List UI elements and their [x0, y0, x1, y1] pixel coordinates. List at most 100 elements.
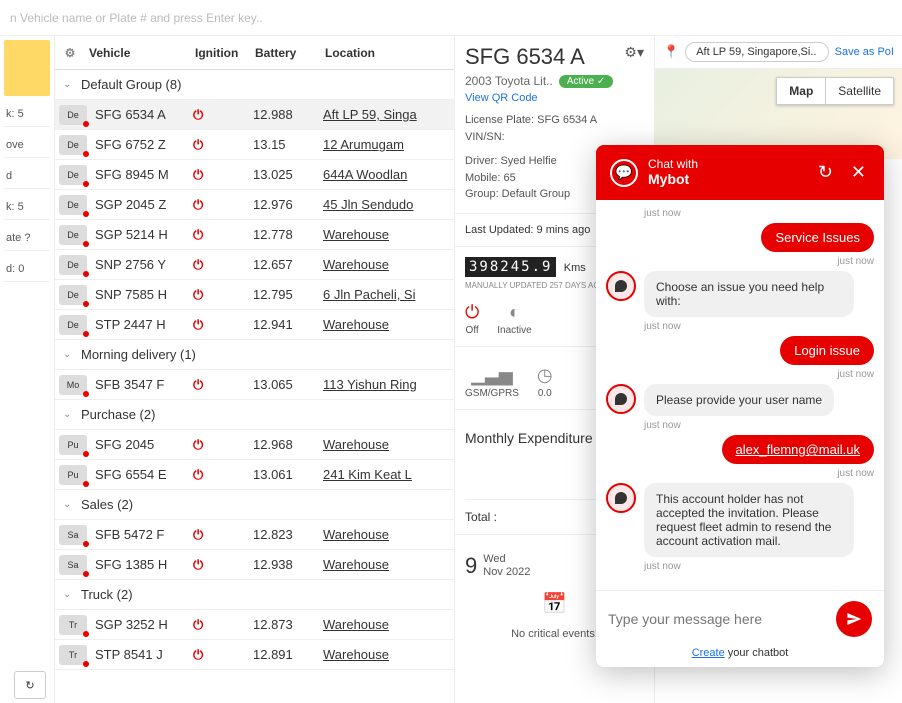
location-cell[interactable]: 45 Jln Sendudo	[323, 197, 454, 212]
group-badge: De	[59, 135, 87, 155]
table-row[interactable]: MoSFB 3547 F⏻13.065113 Yishun Ring	[55, 370, 454, 400]
table-row[interactable]: DeSGP 5214 H⏻12.778Warehouse	[55, 220, 454, 250]
user-bubble: alex_flemng@mail.uk	[722, 435, 874, 464]
location-cell[interactable]: Warehouse	[323, 617, 454, 632]
location-cell[interactable]: 644A Woodlan	[323, 167, 454, 182]
power-icon: ⏻	[465, 302, 479, 323]
location-cell[interactable]: 113 Yishun Ring	[323, 377, 454, 392]
side-k5[interactable]: k: 5	[4, 102, 50, 127]
table-row[interactable]: SaSFG 1385 H⏻12.938Warehouse	[55, 550, 454, 580]
ignition-cell: ⏻	[193, 617, 253, 633]
location-pill[interactable]: Aft LP 59, Singapore,Si..	[685, 42, 828, 62]
reload-icon[interactable]: ↻	[814, 162, 837, 183]
battery-cell: 12.873	[253, 617, 323, 632]
chevron-down-icon: ⌄	[63, 499, 81, 510]
send-button[interactable]	[836, 601, 872, 637]
bot-bubble: Choose an issue you need help with:	[644, 271, 854, 317]
power-icon: ⏻	[193, 287, 203, 302]
location-cell[interactable]: 6 Jln Pacheli, Si	[323, 287, 454, 302]
power-icon: ⏻	[193, 227, 203, 242]
battery-cell: 12.976	[253, 197, 323, 212]
side-d0[interactable]: d: 0	[4, 257, 50, 282]
table-row[interactable]: DeSFG 6534 A⏻12.988Aft LP 59, Singa	[55, 100, 454, 130]
table-row[interactable]: TrSTP 8541 J⏻12.891Warehouse	[55, 640, 454, 670]
timestamp: just now	[606, 208, 874, 219]
vehicle-cell: SFB 5472 F	[87, 527, 193, 542]
group-row[interactable]: ⌄Purchase (2)	[55, 400, 454, 430]
location-cell[interactable]: Warehouse	[323, 257, 454, 272]
save-poi-link[interactable]: Save as PoI	[835, 46, 894, 58]
timestamp: just now	[606, 256, 874, 267]
vehicle-cell: SFG 6534 A	[87, 107, 193, 122]
group-badge: De	[59, 225, 87, 245]
side-ate[interactable]: ate ?	[4, 226, 50, 251]
gear-icon[interactable]: ⚙	[55, 46, 85, 60]
group-row[interactable]: ⌄Truck (2)	[55, 580, 454, 610]
battery-cell: 12.938	[253, 557, 323, 572]
side-k5b[interactable]: k: 5	[4, 195, 50, 220]
group-row[interactable]: ⌄Default Group (8)	[55, 70, 454, 100]
chevron-down-icon: ⌄	[63, 589, 81, 600]
location-cell[interactable]: Warehouse	[323, 317, 454, 332]
group-row[interactable]: ⌄Sales (2)	[55, 490, 454, 520]
col-ignition[interactable]: Ignition	[195, 46, 255, 60]
power-icon: ⏻	[193, 647, 203, 662]
table-row[interactable]: DeSGP 2045 Z⏻12.97645 Jln Sendudo	[55, 190, 454, 220]
vehicle-cell: SFG 8945 M	[87, 167, 193, 182]
group-badge: De	[59, 105, 87, 125]
table-row[interactable]: DeSNP 7585 H⏻12.7956 Jln Pacheli, Si	[55, 280, 454, 310]
vehicle-cell: STP 8541 J	[87, 647, 193, 662]
map-tab[interactable]: Map	[777, 78, 826, 104]
create-link[interactable]: Create	[692, 647, 725, 659]
sidebar-card[interactable]	[4, 40, 50, 96]
ignition-cell: ⏻	[193, 467, 253, 483]
side-d[interactable]: d	[4, 164, 50, 189]
location-cell[interactable]: Aft LP 59, Singa	[323, 107, 454, 122]
table-row[interactable]: TrSGP 3252 H⏻12.873Warehouse	[55, 610, 454, 640]
vehicle-subtitle: 2003 Toyota Lit..	[465, 74, 553, 88]
col-location[interactable]: Location	[325, 46, 454, 60]
vin-text: VIN/SN:	[465, 129, 644, 146]
location-cell[interactable]: Warehouse	[323, 227, 454, 242]
table-row[interactable]: DeSTP 2447 H⏻12.941Warehouse	[55, 310, 454, 340]
ignition-cell: ⏻	[193, 107, 253, 123]
power-icon: ⏻	[193, 437, 203, 452]
col-vehicle[interactable]: Vehicle	[85, 46, 195, 60]
settings-icon[interactable]: ⚙▾	[624, 44, 644, 61]
vehicle-title: SFG 6534 A	[465, 44, 585, 70]
table-row[interactable]: DeSFG 6752 Z⏻13.1512 Arumugam	[55, 130, 454, 160]
chat-input[interactable]	[608, 611, 828, 627]
table-row[interactable]: DeSNP 2756 Y⏻12.657Warehouse	[55, 250, 454, 280]
bot-avatar	[606, 384, 636, 414]
ignition-cell: ⏻	[193, 137, 253, 153]
location-cell[interactable]: Warehouse	[323, 437, 454, 452]
location-cell[interactable]: Warehouse	[323, 557, 454, 572]
col-battery[interactable]: Battery	[255, 46, 325, 60]
table-row[interactable]: PuSFG 6554 E⏻13.061241 Kim Keat L	[55, 460, 454, 490]
group-badge: Sa	[59, 555, 87, 575]
vehicle-cell: SGP 5214 H	[87, 227, 193, 242]
table-row[interactable]: PuSFG 2045⏻12.968Warehouse	[55, 430, 454, 460]
view-qr-link[interactable]: View QR Code	[465, 92, 644, 104]
table-row[interactable]: DeSFG 8945 M⏻13.025644A Woodlan	[55, 160, 454, 190]
vehicle-cell: SNP 7585 H	[87, 287, 193, 302]
satellite-tab[interactable]: Satellite	[826, 78, 893, 104]
signal-icon: ▁▃▅	[471, 365, 513, 386]
side-ove[interactable]: ove	[4, 133, 50, 158]
vehicle-cell: SFB 3547 F	[87, 377, 193, 392]
ignition-cell: ⏻	[193, 287, 253, 303]
refresh-button[interactable]: ↻	[14, 671, 46, 699]
location-cell[interactable]: Warehouse	[323, 647, 454, 662]
user-bubble: Login issue	[780, 336, 874, 365]
group-row[interactable]: ⌄Morning delivery (1)	[55, 340, 454, 370]
day-name: Wed	[483, 553, 530, 566]
battery-cell: 13.025	[253, 167, 323, 182]
battery-cell: 12.795	[253, 287, 323, 302]
close-icon[interactable]: ✕	[847, 162, 870, 183]
search-bar[interactable]: n Vehicle name or Plate # and press Ente…	[0, 0, 902, 36]
location-cell[interactable]: 12 Arumugam	[323, 137, 454, 152]
chevron-down-icon: ⌄	[63, 409, 81, 420]
location-cell[interactable]: 241 Kim Keat L	[323, 467, 454, 482]
location-cell[interactable]: Warehouse	[323, 527, 454, 542]
table-row[interactable]: SaSFB 5472 F⏻12.823Warehouse	[55, 520, 454, 550]
